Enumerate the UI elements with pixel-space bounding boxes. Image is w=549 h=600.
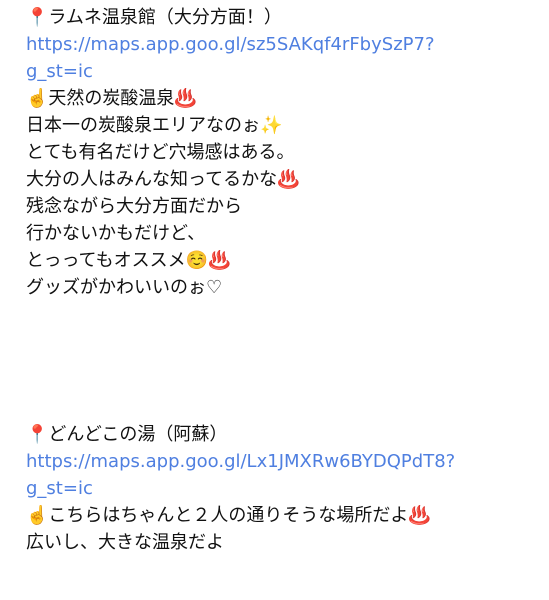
post-title: 📍ラムネ温泉館（大分方面！） [26,7,282,28]
body-line: 残念ながら大分方面だから [26,196,242,217]
body-line: 広いし、大きな温泉だよ [26,532,224,553]
body-line: とっってもオススメ☺️♨️ [26,250,231,271]
body-line: グッズがかわいいのぉ♡ [26,277,223,298]
body-line: 日本一の炭酸泉エリアなのぉ✨ [26,115,283,136]
post-title: 📍どんどこの湯（阿蘇） [26,424,228,445]
body-line: 行かないかもだけど、 [26,223,206,244]
body-line: 大分の人はみんな知ってるかな♨️ [26,169,300,190]
map-link[interactable]: https://maps.app.goo.gl/sz5SAKqf4rFbySzP… [26,31,541,85]
post-ramune-onsen: 📍ラムネ温泉館（大分方面！） https://maps.app.goo.gl/s… [26,4,541,301]
body-line: ☝️こちらはちゃんと２人の通りそうな場所だよ♨️ [26,505,431,526]
map-link[interactable]: https://maps.app.goo.gl/Lx1JMXRw6BYDQPdT… [26,448,541,502]
body-line: ☝️天然の炭酸温泉♨️ [26,88,197,109]
post-dondoko-no-yu: 📍どんどこの湯（阿蘇） https://maps.app.goo.gl/Lx1J… [26,421,541,556]
body-line: とても有名だけど穴場感はある。 [26,142,295,163]
